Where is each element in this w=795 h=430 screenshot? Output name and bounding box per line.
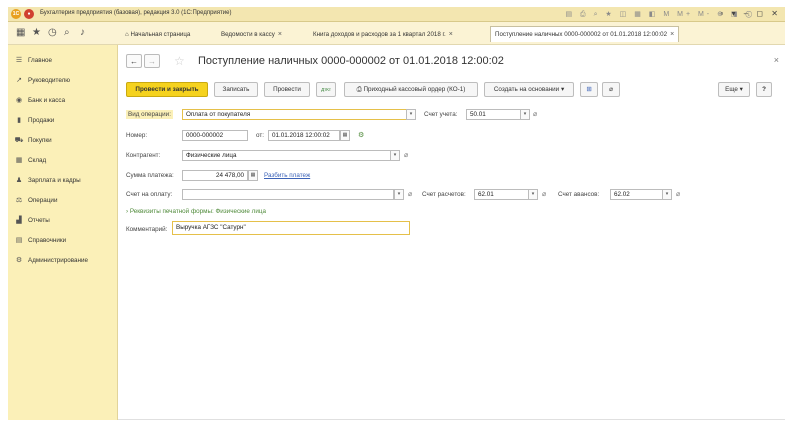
favorite-star-icon[interactable]: ☆ [174,54,185,68]
account-label: Счет учета: [424,111,458,118]
coin-icon: ◉ [15,97,23,104]
search-icon[interactable]: ⌕ [64,27,70,39]
sidebar-item-salary[interactable]: ♟ Зарплата и кадры [14,175,81,187]
split-payment-link[interactable]: Разбить платеж [264,172,310,179]
cart-icon: ⛟ [14,137,24,144]
advance-open-icon[interactable]: ⌀ [676,189,680,200]
tab-close-icon[interactable]: × [449,31,453,38]
notification-bell-icon[interactable]: ♪ [80,27,85,39]
person-icon: ♟ [15,177,23,184]
amount-field[interactable]: 24 478,00 [182,170,248,181]
more-button[interactable]: Еще ▾ [718,82,750,97]
dropdown-arrow-icon: ▾ [559,86,565,93]
tab-cash-statements[interactable]: Ведомости в кассу × [216,26,287,42]
counterparty-field[interactable]: Физические лица [182,150,392,161]
settlement-account-label: Счет расчетов: [422,191,466,198]
menu-icon: ☰ [15,57,23,64]
post-button[interactable]: Провести [264,82,310,97]
top-tab-bar: ▦ ★ ◷ ⌕ ♪ ⌂ Начальная страница Ведомости… [8,22,785,45]
operation-type-label: Вид операции: [126,110,173,119]
tab-close-icon[interactable]: × [670,31,674,38]
operation-type-dropdown-icon[interactable]: ▾ [406,109,416,120]
number-label: Номер: [126,132,148,139]
amount-label: Сумма платежа: [126,172,174,179]
tab-close-icon[interactable]: × [278,31,282,38]
advance-account-field[interactable]: 62.02 [610,189,664,200]
sidebar-item-purchases[interactable]: ⛟ Покупки [14,135,52,147]
comment-field[interactable]: Выручка АГЗС "Сатурн" [172,221,410,235]
sidebar-item-bank-cash[interactable]: ◉ Банк и касса [14,95,65,107]
attach-clip-icon[interactable]: ⌀ [602,82,620,97]
page-title: Поступление наличных 0000-000002 от 01.0… [198,55,504,67]
sidebar-item-operations[interactable]: ⚖ Операции [14,195,58,207]
back-arrow-icon[interactable]: ← [126,54,142,68]
invoice-field[interactable] [182,189,394,200]
structure-icon[interactable]: ⊞ [580,82,598,97]
tab-cash-receipt[interactable]: Поступление наличных 0000-000002 от 01.0… [490,26,680,42]
sidebar-item-manager[interactable]: ↗ Руководителю [14,75,70,87]
print-cash-order-button[interactable]: ⎙ Приходный кассовый ордер (КО-1) [344,82,478,97]
gear-icon: ⚙ [15,257,23,264]
book-icon: ▤ [15,237,23,244]
sidebar-item-reports[interactable]: ▟ Отчеты [14,215,49,227]
print-requisites-group[interactable]: › Реквизиты печатной формы: Физические л… [126,208,266,215]
sidebar-item-admin[interactable]: ⚙ Администрирование [14,255,88,267]
counterparty-open-icon[interactable]: ⌀ [404,150,408,161]
chart-icon: ▟ [16,217,22,224]
invoice-label: Счет на оплату: [126,191,173,198]
date-field[interactable]: 01.01.2018 12:00:02 [268,130,340,141]
app-menu-icon[interactable]: ● [24,9,34,19]
post-and-close-button[interactable]: Провести и закрыть [126,82,208,97]
counterparty-dropdown-icon[interactable]: ▾ [390,150,400,161]
sidebar-item-sales[interactable]: ▮ Продажи [14,115,54,127]
window-title: Бухгалтерия предприятия (базовая), редак… [40,10,232,16]
scales-icon: ⚖ [15,197,23,204]
operation-type-field[interactable]: Оплата от покупателя [182,109,408,120]
invoice-open-icon[interactable]: ⌀ [408,189,412,200]
save-button[interactable]: Записать [214,82,258,97]
comment-label: Комментарий: [126,226,168,233]
tab-income-book[interactable]: Книга доходов и расходов за 1 квартал 20… [308,26,458,42]
sidebar-item-warehouse[interactable]: ▦ Склад [14,155,47,167]
settlement-account-field[interactable]: 62.01 [474,189,530,200]
invoice-dropdown-icon[interactable]: ▾ [394,189,404,200]
help-button[interactable]: ? [756,82,772,97]
favorites-star-icon[interactable]: ★ [32,27,41,39]
settlement-open-icon[interactable]: ⌀ [542,189,546,200]
window-controls[interactable]: ▫ ▾ – ◻ ✕ [720,9,781,18]
tab-home[interactable]: ⌂ Начальная страница [120,26,195,42]
app-logo-icon: 1C [11,9,21,19]
account-open-icon[interactable]: ⌀ [533,109,537,120]
sections-sidebar: ☰ Главное ↗ Руководителю ◉ Банк и касса ▮ Пр… [8,45,118,420]
bag-icon: ▮ [17,117,21,124]
close-form-icon[interactable]: × [774,55,779,65]
sidebar-item-catalogs[interactable]: ▤ Справочники [14,235,66,247]
date-label: от: [256,132,264,139]
trend-icon: ↗ [16,77,22,84]
warehouse-icon: ▦ [15,157,23,164]
number-field[interactable]: 0000-000002 [182,130,248,141]
dropdown-arrow-icon: ▾ [737,86,743,93]
account-dropdown-icon[interactable]: ▾ [520,109,530,120]
calendar-icon[interactable]: ▦ [340,130,350,141]
advance-account-label: Счет авансов: [558,191,600,198]
advance-dropdown-icon[interactable]: ▾ [662,189,672,200]
forward-arrow-icon[interactable]: → [144,54,160,68]
sidebar-item-main[interactable]: ☰ Главное [14,55,52,67]
settlement-dropdown-icon[interactable]: ▾ [528,189,538,200]
dt-kt-button[interactable]: ДтКт [316,82,336,97]
document-form: ← → ☆ Поступление наличных 0000-000002 о… [118,45,785,420]
create-based-on-button[interactable]: Создать на основании ▾ [484,82,574,97]
counterparty-label: Контрагент: [126,152,161,159]
account-field[interactable]: 50.01 [466,109,522,120]
calculator-icon[interactable]: ▦ [248,170,258,181]
number-settings-icon[interactable]: ⚙ [358,130,364,141]
history-icon[interactable]: ◷ [48,27,57,39]
grid-menu-icon[interactable]: ▦ [16,27,25,39]
window-title-bar: 1C ● Бухгалтерия предприятия (базовая), … [8,7,785,22]
divider [118,419,785,420]
